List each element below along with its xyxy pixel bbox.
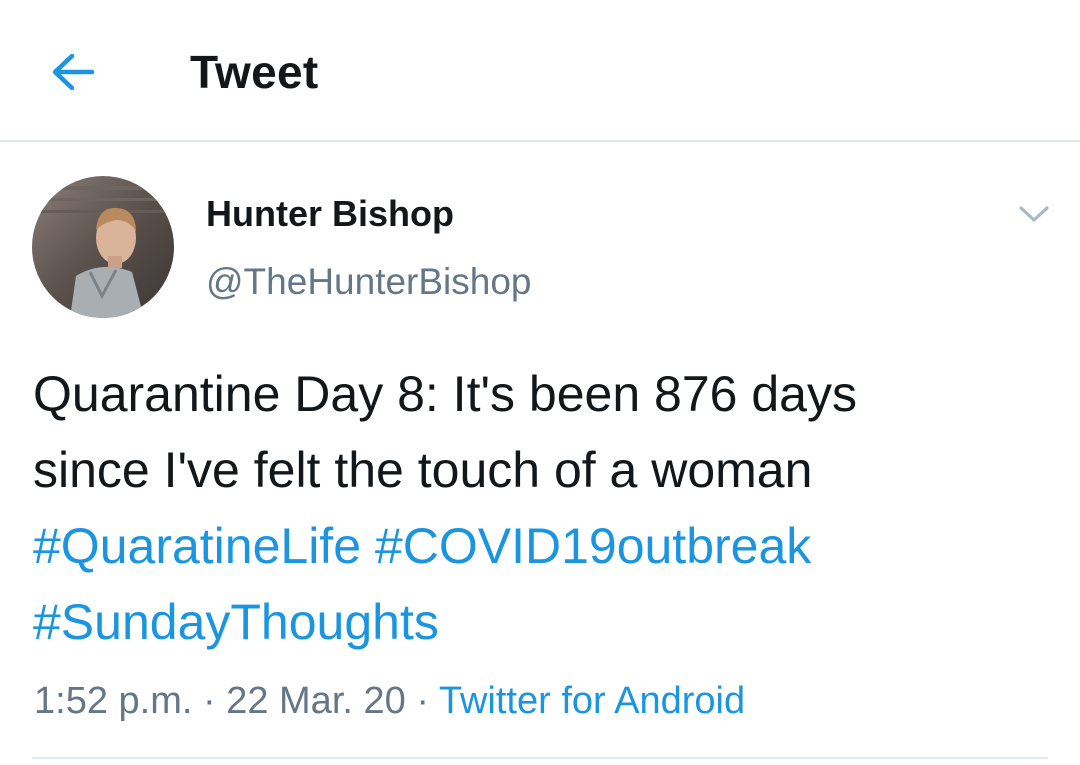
hashtag-covid19outbreak[interactable]: #COVID19outbreak	[375, 518, 811, 574]
meta-separator: ·	[405, 680, 439, 722]
author-block[interactable]: Hunter Bishop @TheHunterBishop	[206, 190, 532, 306]
author-name[interactable]: Hunter Bishop	[206, 190, 532, 238]
hashtag-sundaythoughts[interactable]: #SundayThoughts	[33, 594, 439, 650]
page-title: Tweet	[190, 46, 319, 98]
profile-photo	[32, 176, 174, 318]
back-button[interactable]	[44, 44, 102, 100]
tweet-text-line-1: Quarantine Day 8: It's been 876 days	[33, 366, 857, 422]
tweet-source-link[interactable]: Twitter for Android	[439, 680, 745, 722]
divider	[32, 757, 1048, 759]
tweet-text: Quarantine Day 8: It's been 876 days sin…	[33, 356, 1053, 660]
hashtag-quaratinelife[interactable]: #QuaratineLife	[33, 518, 361, 574]
tweet-text-line-2: since I've felt the touch of a woman	[33, 442, 813, 498]
top-app-bar: Tweet	[0, 0, 1080, 142]
tweet-metadata: 1:52 p.m. · 22 Mar. 20 · Twitter for And…	[34, 676, 745, 726]
chevron-down-icon	[1019, 206, 1049, 222]
meta-separator: ·	[192, 680, 227, 722]
tweet-time: 1:52 p.m.	[34, 680, 193, 722]
tweet-screen: Tweet Hunter Bishop @TheHunterBishop Qua…	[0, 0, 1080, 765]
hashtag-line: #QuaratineLife #COVID19outbreak	[33, 508, 1053, 584]
tweet-menu-button[interactable]	[1014, 196, 1054, 232]
author-handle[interactable]: @TheHunterBishop	[206, 258, 532, 306]
avatar[interactable]	[32, 176, 174, 318]
arrow-left-icon	[52, 53, 95, 91]
hashtag-line: #SundayThoughts	[33, 584, 1053, 660]
tweet-date: 22 Mar. 20	[226, 680, 406, 722]
